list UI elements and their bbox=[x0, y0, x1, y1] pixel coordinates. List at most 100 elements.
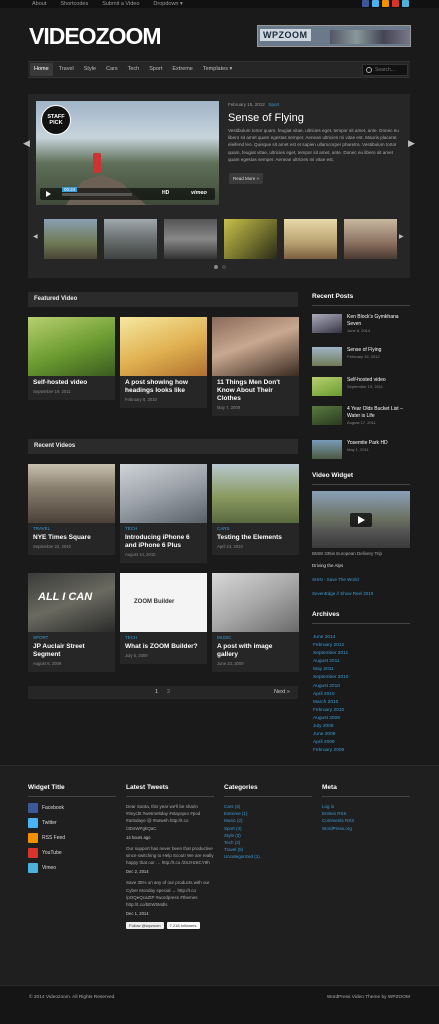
site-logo[interactable]: VIDEOZOOM bbox=[29, 24, 162, 48]
vimeo-logo[interactable]: vimeo bbox=[191, 190, 207, 196]
progress-bar[interactable] bbox=[62, 193, 132, 196]
card-title[interactable]: NYE Times Square bbox=[28, 531, 115, 544]
recent-card[interactable]: ALL I CAN SPORT JP Auclair Street Segmen… bbox=[28, 573, 115, 672]
archive-link[interactable]: July 2009 bbox=[313, 723, 348, 731]
slider-next-icon[interactable]: ▶ bbox=[408, 138, 415, 149]
thumbnail[interactable] bbox=[224, 219, 277, 259]
thumbnail[interactable] bbox=[44, 219, 97, 259]
slider-dot[interactable] bbox=[222, 265, 226, 269]
card-category[interactable]: TRAVEL bbox=[28, 523, 115, 531]
social-link-youtube[interactable]: YouTube bbox=[28, 848, 116, 858]
post-thumb[interactable] bbox=[312, 377, 342, 396]
nav-home[interactable]: Home bbox=[30, 63, 53, 76]
archive-link[interactable]: April 2010 bbox=[313, 691, 348, 699]
recent-post[interactable]: Ken Block's Gymkhana Seven June 8, 2014 bbox=[312, 314, 410, 333]
card-title[interactable]: A post with image gallery bbox=[212, 640, 299, 661]
play-icon[interactable] bbox=[46, 191, 51, 197]
post-title[interactable]: Sense of Flying bbox=[347, 347, 381, 354]
page-1-link[interactable]: 1 bbox=[155, 686, 158, 699]
archive-link[interactable]: June 2014 bbox=[313, 634, 348, 642]
nav-style[interactable]: Style bbox=[80, 63, 100, 76]
post-title[interactable]: Self-hosted video bbox=[347, 377, 386, 384]
card-title[interactable]: What is ZOOM Builder? bbox=[120, 640, 207, 653]
post-title[interactable]: Ken Block's Gymkhana Seven bbox=[347, 314, 410, 328]
post-thumb[interactable] bbox=[312, 406, 342, 425]
recent-card[interactable]: MUSIC A post with image gallery June 23,… bbox=[212, 573, 299, 672]
vimeo-icon[interactable] bbox=[402, 0, 409, 7]
read-more-button[interactable]: Read More » bbox=[229, 173, 263, 184]
recent-card[interactable]: CARS Testing the Elements April 23, 2010 bbox=[212, 464, 299, 555]
archive-link[interactable]: September 2011 bbox=[313, 650, 348, 658]
top-menu-submit-video[interactable]: Submit a Video bbox=[102, 0, 139, 8]
nav-templates[interactable]: Templates ▾ bbox=[199, 63, 236, 76]
category-link[interactable]: Music (2) bbox=[224, 817, 312, 824]
tweet-date[interactable]: Dec 2, 2014 bbox=[126, 869, 214, 874]
top-menu-about[interactable]: About bbox=[32, 0, 46, 8]
thumbnail[interactable] bbox=[104, 219, 157, 259]
nav-tech[interactable]: Tech bbox=[124, 63, 144, 76]
next-page-link[interactable]: Next » bbox=[274, 686, 290, 699]
featured-card[interactable]: 11 Things Men Don't Know About Their Clo… bbox=[212, 317, 299, 416]
card-category[interactable]: CARS bbox=[212, 523, 299, 531]
meta-link[interactable]: Log in bbox=[322, 803, 410, 810]
rss-icon[interactable] bbox=[382, 0, 389, 7]
archive-link[interactable]: August 2010 bbox=[313, 683, 348, 691]
archive-link[interactable]: February 2009 bbox=[313, 747, 348, 755]
video-widget-player[interactable] bbox=[312, 491, 410, 548]
hd-toggle[interactable]: HD bbox=[162, 190, 169, 196]
top-menu-dropdown[interactable]: Dropdown ▾ bbox=[153, 0, 182, 8]
card-category[interactable]: SPORT bbox=[28, 632, 115, 640]
post-thumb[interactable] bbox=[312, 440, 342, 459]
featured-card[interactable]: A post showing how headings looks like F… bbox=[120, 317, 207, 408]
post-title[interactable]: Yosemite Park HD bbox=[347, 440, 388, 447]
card-image[interactable]: ZOOM Builder bbox=[120, 573, 207, 632]
tweet-date[interactable]: 14 hours ago bbox=[126, 835, 214, 840]
archive-link[interactable]: August 2009 bbox=[313, 715, 348, 723]
card-title[interactable]: A post showing how headings looks like bbox=[120, 376, 207, 397]
card-title[interactable]: JP Auclair Street Segment bbox=[28, 640, 115, 661]
recent-post[interactable]: Self-hosted video September 19, 2011 bbox=[312, 377, 410, 396]
card-image[interactable] bbox=[28, 317, 115, 376]
recent-card[interactable]: TECH Introducing iPhone 6 and iPhone 6 P… bbox=[120, 464, 207, 563]
archive-link[interactable]: March 2010 bbox=[313, 699, 348, 707]
recent-card[interactable]: TRAVEL NYE Times Square September 22, 20… bbox=[28, 464, 115, 555]
slide-title[interactable]: Sense of Flying bbox=[228, 112, 304, 124]
meta-link[interactable]: Entries RSS bbox=[322, 810, 410, 817]
card-category[interactable]: TECH bbox=[120, 523, 207, 531]
thumbnail[interactable] bbox=[164, 219, 217, 259]
recent-post[interactable]: Sense of Flying February 15, 2012 bbox=[312, 347, 410, 366]
card-image[interactable] bbox=[120, 317, 207, 376]
theme-credit[interactable]: WordPress Video Theme by WPZOOM bbox=[327, 995, 410, 1000]
archive-link[interactable]: February 2012 bbox=[313, 642, 348, 650]
meta-link[interactable]: Comments RSS bbox=[322, 817, 410, 824]
category-link[interactable]: Cars (4) bbox=[224, 803, 312, 810]
social-link-rss[interactable]: RSS Feed bbox=[28, 833, 116, 843]
top-menu-shortcodes[interactable]: Shortcodes bbox=[60, 0, 88, 8]
social-link-facebook[interactable]: Facebook bbox=[28, 803, 116, 813]
twitter-icon[interactable] bbox=[372, 0, 379, 7]
post-thumb[interactable] bbox=[312, 314, 342, 333]
category-link[interactable]: Tech (3) bbox=[224, 839, 312, 846]
thumbnail[interactable] bbox=[284, 219, 337, 259]
page-2-link[interactable]: 2 bbox=[167, 686, 170, 699]
thumbnail[interactable] bbox=[344, 219, 397, 259]
category-link[interactable]: Travel (5) bbox=[224, 846, 312, 853]
nav-sport[interactable]: Sport bbox=[145, 63, 166, 76]
card-image[interactable] bbox=[212, 464, 299, 523]
facebook-icon[interactable] bbox=[362, 0, 369, 7]
category-link[interactable]: Uncategorized (1) bbox=[224, 853, 312, 860]
youtube-icon[interactable] bbox=[392, 0, 399, 7]
archive-link[interactable]: June 2009 bbox=[313, 731, 348, 739]
archive-link[interactable]: February 2010 bbox=[313, 707, 348, 715]
video-link[interactable]: SevenEdge // Show Reel 2010 bbox=[312, 591, 373, 596]
featured-card[interactable]: Self-hosted video September 19, 2011 bbox=[28, 317, 115, 400]
category-link[interactable]: Style (3) bbox=[224, 832, 312, 839]
post-thumb[interactable] bbox=[312, 347, 342, 366]
social-link-vimeo[interactable]: Vimeo bbox=[28, 863, 116, 873]
meta-link[interactable]: WordPress.org bbox=[322, 825, 410, 832]
video-link[interactable]: SHIN - Save The World bbox=[312, 577, 359, 582]
category-link[interactable]: Extreme (1) bbox=[224, 810, 312, 817]
card-title[interactable]: Introducing iPhone 6 and iPhone 6 Plus bbox=[120, 531, 207, 552]
card-image[interactable] bbox=[120, 464, 207, 523]
archive-link[interactable]: September 2010 bbox=[313, 674, 348, 682]
